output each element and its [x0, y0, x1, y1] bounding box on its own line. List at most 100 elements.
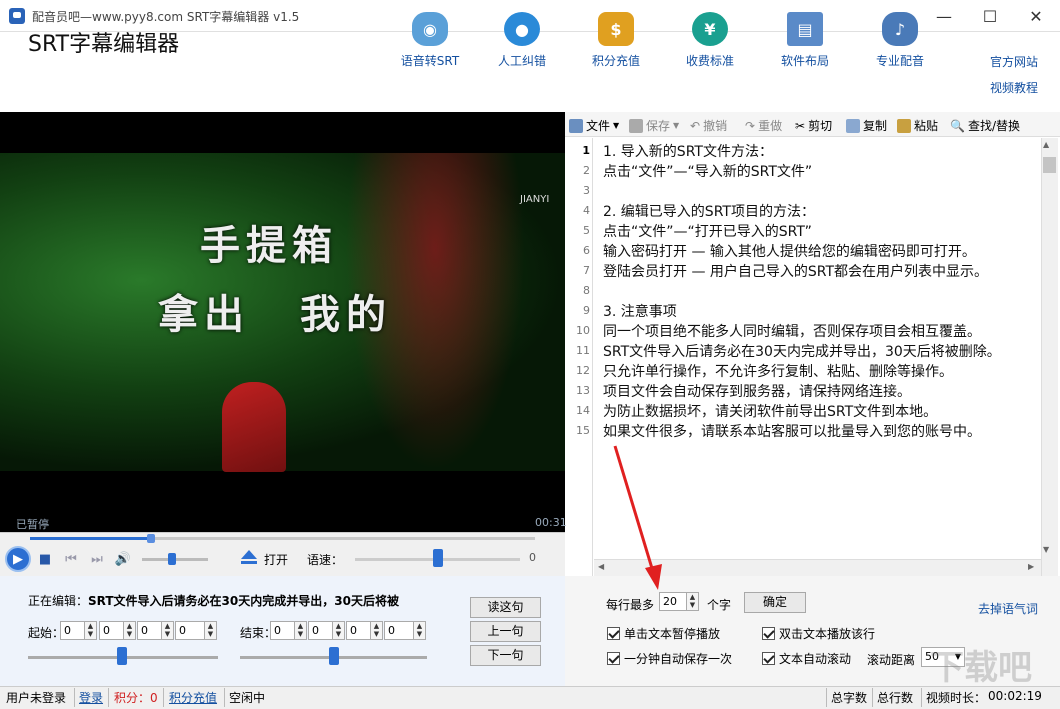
- spin-arrows-icon[interactable]: ▲ ▼: [332, 622, 344, 639]
- line-number: 1: [582, 144, 590, 157]
- close-button[interactable]: ✕: [1013, 0, 1059, 32]
- progress-fill: [30, 537, 152, 540]
- scroll-right-icon[interactable]: ▶: [1028, 562, 1034, 571]
- prev-button[interactable]: ⏮: [60, 548, 82, 570]
- start-hour[interactable]: 0 ▲ ▼: [60, 621, 97, 640]
- editing-prefix: 正在编辑：: [28, 594, 89, 608]
- find-label: 查找/替换: [967, 119, 1020, 133]
- tool-label: 专业配音: [875, 54, 924, 68]
- app-state: 空闲中: [229, 691, 266, 705]
- editor-line[interactable]: 只允许单行操作，不允许多行复制、粘贴、删除等操作。: [603, 361, 953, 381]
- editor-line[interactable]: 项目文件会自动保存到服务器，请保持网络连接。: [603, 381, 911, 401]
- maximize-button[interactable]: ☐: [967, 0, 1013, 32]
- spin-arrows-icon[interactable]: ▲ ▼: [84, 622, 96, 639]
- vertical-scrollbar[interactable]: [1041, 138, 1058, 576]
- start-ms[interactable]: 0 ▲ ▼: [175, 621, 217, 640]
- start-second[interactable]: 0 ▲ ▼: [137, 621, 174, 640]
- eject-icon[interactable]: [240, 549, 258, 565]
- line-number: 10: [576, 324, 590, 337]
- editor-line[interactable]: 1. 导入新的SRT文件方法：: [603, 141, 773, 161]
- end-minute[interactable]: 0 ▲ ▼: [308, 621, 345, 640]
- save-button[interactable]: 保存 ▼: [629, 117, 679, 134]
- line-number: 4: [583, 204, 590, 217]
- play-on-doubleclick-checkbox[interactable]: 双击文本播放该行: [762, 625, 875, 642]
- login-link[interactable]: 登录: [79, 689, 103, 706]
- tool-pro-dubbing[interactable]: ♪ 专业配音: [860, 12, 940, 72]
- speed-handle[interactable]: [432, 549, 443, 567]
- remove-filler-link[interactable]: 去掉语气词: [978, 600, 1038, 617]
- spin-arrows-icon[interactable]: ▲ ▼: [413, 622, 425, 639]
- red-arrow-annotation: [613, 445, 662, 590]
- checkbox-label: 双击文本播放该行: [779, 627, 876, 641]
- tool-manual-correction[interactable]: ● 人工纠错: [482, 12, 562, 72]
- editor-line[interactable]: 3. 注意事项: [603, 301, 677, 321]
- autoscroll-checkbox[interactable]: 文本自动滚动: [762, 650, 851, 667]
- copy-button[interactable]: 复制: [846, 117, 887, 134]
- editor-line[interactable]: 点击“文件”—“导入新的SRT文件”: [603, 161, 812, 181]
- start-minute[interactable]: 0 ▲ ▼: [99, 621, 136, 640]
- end-second[interactable]: 0 ▲ ▼: [346, 621, 383, 640]
- end-ms-value: 0: [388, 624, 395, 637]
- official-site-link[interactable]: 官方网站: [990, 53, 1038, 70]
- cut-button[interactable]: ✂ 剪切: [795, 117, 832, 134]
- editor-line[interactable]: 为防止数据损坏，请关闭软件前导出SRT文件到本地。: [603, 401, 937, 421]
- next-line-button[interactable]: 下一句: [470, 645, 541, 666]
- undo-icon: ↶: [690, 118, 701, 133]
- read-line-button[interactable]: 读这句: [470, 597, 541, 618]
- tool-speech-to-srt[interactable]: ◉ 语音转SRT: [390, 12, 470, 72]
- start-second-value: 0: [141, 624, 148, 637]
- editor-line[interactable]: 点击“文件”—“打开已导入的SRT”: [603, 221, 812, 241]
- play-button[interactable]: ▶: [5, 546, 31, 572]
- line-number: 15: [576, 424, 590, 437]
- tool-points-recharge[interactable]: $ 积分充值: [576, 12, 656, 72]
- robot-icon: ◉: [412, 12, 448, 46]
- next-button[interactable]: ⏭: [86, 548, 108, 570]
- scroll-down-icon[interactable]: ▼: [1043, 545, 1049, 554]
- start-label: 起始：: [28, 626, 65, 640]
- editor-line[interactable]: SRT文件导入后请务必在30天内完成并导出，30天后将被删除。: [603, 341, 1001, 361]
- progress-handle[interactable]: [147, 534, 156, 543]
- end-hour[interactable]: 0 ▲ ▼: [270, 621, 307, 640]
- paste-button[interactable]: 粘贴: [897, 117, 938, 134]
- video-subtitle-line1: 手提箱: [200, 223, 338, 269]
- undo-button[interactable]: ↶ 撤销: [690, 117, 727, 134]
- editor-line[interactable]: 2. 编辑已导入的SRT项目的方法：: [603, 201, 815, 221]
- video-tutorial-link[interactable]: 视频教程: [990, 79, 1038, 96]
- vertical-scroll-thumb[interactable]: [1043, 157, 1056, 173]
- recharge-link[interactable]: 积分充值: [169, 689, 217, 706]
- current-time: 00:31: [535, 516, 567, 529]
- scroll-up-icon[interactable]: ▲: [1043, 140, 1049, 149]
- line-number: 11: [576, 344, 590, 357]
- end-slider-handle[interactable]: [329, 647, 339, 665]
- autosave-checkbox[interactable]: 一分钟自动保存一次: [607, 650, 732, 667]
- undo-label: 撤销: [703, 119, 728, 133]
- tool-layout[interactable]: ▤ 软件布局: [765, 12, 845, 72]
- editor-line[interactable]: 如果文件很多，请联系本站客服可以批量导入到您的账号中。: [603, 421, 981, 441]
- prev-line-button[interactable]: 上一句: [470, 621, 541, 642]
- editor-line[interactable]: 同一个项目绝不能多人同时编辑，否则保存项目会相互覆盖。: [603, 321, 981, 341]
- spin-arrows-icon[interactable]: ▲ ▼: [370, 622, 382, 639]
- spin-arrows-icon[interactable]: ▲ ▼: [294, 622, 306, 639]
- tool-pricing[interactable]: ¥ 收费标准: [670, 12, 750, 72]
- points-display: 积分：0: [114, 691, 158, 705]
- start-slider-handle[interactable]: [117, 647, 127, 665]
- playback-status: 已暂停: [16, 518, 49, 531]
- file-menu[interactable]: 文件 ▼: [569, 117, 619, 134]
- spin-arrows-icon[interactable]: ▲ ▼: [204, 622, 216, 639]
- stop-button[interactable]: ■: [34, 548, 56, 570]
- window-title: 配音员吧—www.pyy8.com SRT字幕编辑器 v1.5: [32, 10, 300, 24]
- pause-on-click-checkbox[interactable]: 单击文本暂停播放: [607, 625, 720, 642]
- redo-button[interactable]: ↷ 重做: [745, 117, 782, 134]
- confirm-button[interactable]: 确定: [744, 592, 806, 613]
- editor-line[interactable]: 输入密码打开 — 输入其他人提供给您的编辑密码即可打开。: [603, 241, 976, 261]
- spin-arrows-icon[interactable]: ▲ ▼: [123, 622, 135, 639]
- editor-line[interactable]: 登陆会员打开 — 用户自己导入的SRT都会在用户列表中显示。: [603, 261, 988, 281]
- spin-arrows-icon[interactable]: ▲ ▼: [686, 593, 698, 610]
- tool-label: 人工纠错: [497, 54, 546, 68]
- volume-icon[interactable]: 🔊: [112, 548, 134, 570]
- end-ms[interactable]: 0 ▲ ▼: [384, 621, 426, 640]
- open-label[interactable]: 打开: [264, 551, 288, 568]
- volume-handle[interactable]: [167, 553, 176, 565]
- spin-arrows-icon[interactable]: ▲ ▼: [161, 622, 173, 639]
- find-replace-button[interactable]: 🔍 查找/替换: [950, 117, 1020, 134]
